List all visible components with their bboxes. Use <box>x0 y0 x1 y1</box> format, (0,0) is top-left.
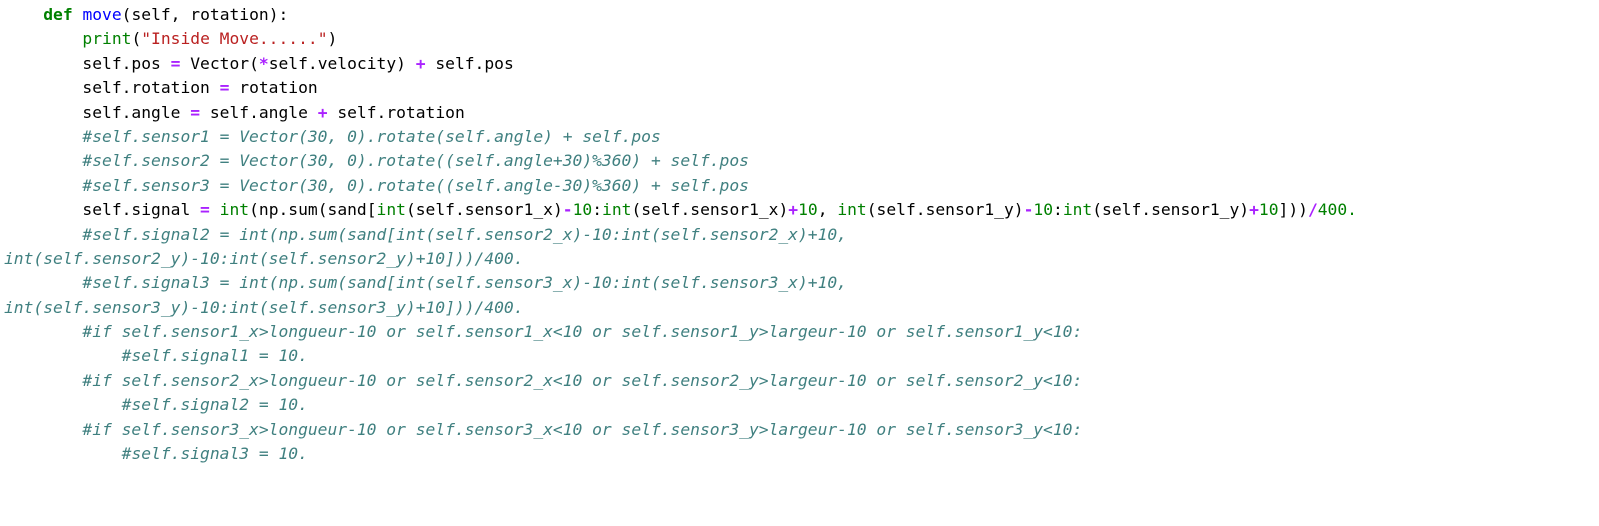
code-token: (self.sensor1_x) <box>405 200 563 220</box>
code-token-bi: print <box>82 29 132 49</box>
code-line: self.signal = int(np.sum(sand[int(self.s… <box>4 198 1357 222</box>
code-line: print("Inside Move......") <box>4 27 1357 51</box>
code-line: #if self.sensor3_x>longueur-10 or self.s… <box>4 418 1357 442</box>
code-token: ])) <box>1278 200 1308 220</box>
code-token: ) <box>327 29 338 49</box>
code-token-bi: int <box>602 200 632 220</box>
code-token-bi: int <box>376 200 406 220</box>
code-token-op: + <box>1249 200 1259 220</box>
code-editor[interactable]: def move(self, rotation): print("Inside … <box>4 3 1357 466</box>
code-token-cm: #self.sensor3 = Vector(30, 0).rotate((se… <box>82 175 749 195</box>
code-token: self.velocity) <box>268 53 416 73</box>
code-token-cm: #self.signal3 = 10. <box>121 444 308 464</box>
code-token: self.signal <box>4 200 201 220</box>
code-token-cm: #self.signal3 = int(np.sum(sand[int(self… <box>82 273 847 293</box>
code-token-op: / <box>1307 200 1318 220</box>
code-token-op: = <box>200 200 210 220</box>
code-token: self.pos <box>425 53 514 73</box>
code-token: self.rotation <box>327 102 465 122</box>
code-line: #if self.sensor2_x>longueur-10 or self.s… <box>4 369 1357 393</box>
code-line: self.rotation = rotation <box>4 76 1357 100</box>
code-line: #self.signal3 = int(np.sum(sand[int(self… <box>4 271 1357 295</box>
code-token-cm: #if self.sensor2_x>longueur-10 or self.s… <box>82 370 1083 390</box>
code-line: #self.sensor1 = Vector(30, 0).rotate(sel… <box>4 125 1357 149</box>
code-token-num: 10 <box>1258 200 1279 220</box>
code-token-op: - <box>562 200 573 220</box>
code-token-num: 400. <box>1317 200 1357 220</box>
code-token-num: 10 <box>798 200 818 220</box>
code-token-op: + <box>317 102 328 122</box>
code-token-num: 10 <box>1033 200 1054 220</box>
code-token: (self.sensor1_x) <box>631 200 789 220</box>
code-line: int(self.sensor2_y)-10:int(self.sensor2_… <box>4 247 1357 271</box>
code-token-cm: #if self.sensor3_x>longueur-10 or self.s… <box>82 419 1083 439</box>
code-line: #self.sensor3 = Vector(30, 0).rotate((se… <box>4 174 1357 198</box>
code-token-op: * <box>258 53 269 73</box>
code-token-op: - <box>1023 200 1034 220</box>
code-line: int(self.sensor3_y)-10:int(self.sensor3_… <box>4 296 1357 320</box>
code-token-op: + <box>788 200 799 220</box>
code-line: #self.signal3 = 10. <box>4 442 1357 466</box>
code-token-str: "Inside Move......" <box>141 29 328 49</box>
code-token: (np.sum(sand[ <box>249 200 377 220</box>
code-token-bi: int <box>1062 200 1093 220</box>
code-token: , <box>817 200 838 220</box>
code-token-bi: int <box>837 200 867 220</box>
code-line: def move(self, rotation): <box>4 3 1357 27</box>
code-token-cm: #self.sensor2 = Vector(30, 0).rotate((se… <box>82 151 749 171</box>
code-token: rotation <box>229 78 318 98</box>
code-token: (self.sensor1_y) <box>1092 200 1250 220</box>
code-token: (self, rotation): <box>121 5 289 24</box>
code-token: self.angle <box>4 102 191 122</box>
code-token-op: = <box>219 78 230 98</box>
code-token: self.rotation <box>4 78 220 98</box>
code-token-bi: int <box>219 200 250 220</box>
code-token: (self.sensor1_y) <box>866 200 1024 220</box>
code-token: self.angle <box>200 102 318 122</box>
code-line: #self.signal2 = 10. <box>4 393 1357 417</box>
code-token-op: = <box>170 53 181 73</box>
code-token: : <box>592 200 603 220</box>
code-token: ( <box>131 29 142 49</box>
code-line: #self.signal1 = 10. <box>4 344 1357 368</box>
code-line: #if self.sensor1_x>longueur-10 or self.s… <box>4 320 1357 344</box>
code-token: : <box>1053 200 1063 220</box>
code-line: self.pos = Vector(*self.velocity) + self… <box>4 52 1357 76</box>
code-token-cm: int(self.sensor2_y)-10:int(self.sensor2_… <box>4 248 524 268</box>
code-line: #self.signal2 = int(np.sum(sand[int(self… <box>4 223 1357 247</box>
code-token-kw: def <box>43 5 73 24</box>
code-token-num: 10 <box>572 200 593 220</box>
code-token-cm: #self.sensor1 = Vector(30, 0).rotate(sel… <box>82 126 661 146</box>
code-token-fn: move <box>82 5 122 24</box>
code-token-cm: #if self.sensor1_x>longueur-10 or self.s… <box>82 322 1083 342</box>
code-token-cm: #self.signal1 = 10. <box>121 346 308 366</box>
code-token-cm: #self.signal2 = 10. <box>121 395 308 415</box>
code-token-cm: #self.signal2 = int(np.sum(sand[int(self… <box>82 224 847 244</box>
code-token-op: = <box>190 102 201 122</box>
code-token: self.pos <box>4 53 171 73</box>
code-token-cm: int(self.sensor3_y)-10:int(self.sensor3_… <box>4 297 524 317</box>
code-token-op: + <box>415 53 426 73</box>
code-token: Vector( <box>180 53 259 73</box>
code-line: #self.sensor2 = Vector(30, 0).rotate((se… <box>4 149 1357 173</box>
code-line: self.angle = self.angle + self.rotation <box>4 101 1357 125</box>
